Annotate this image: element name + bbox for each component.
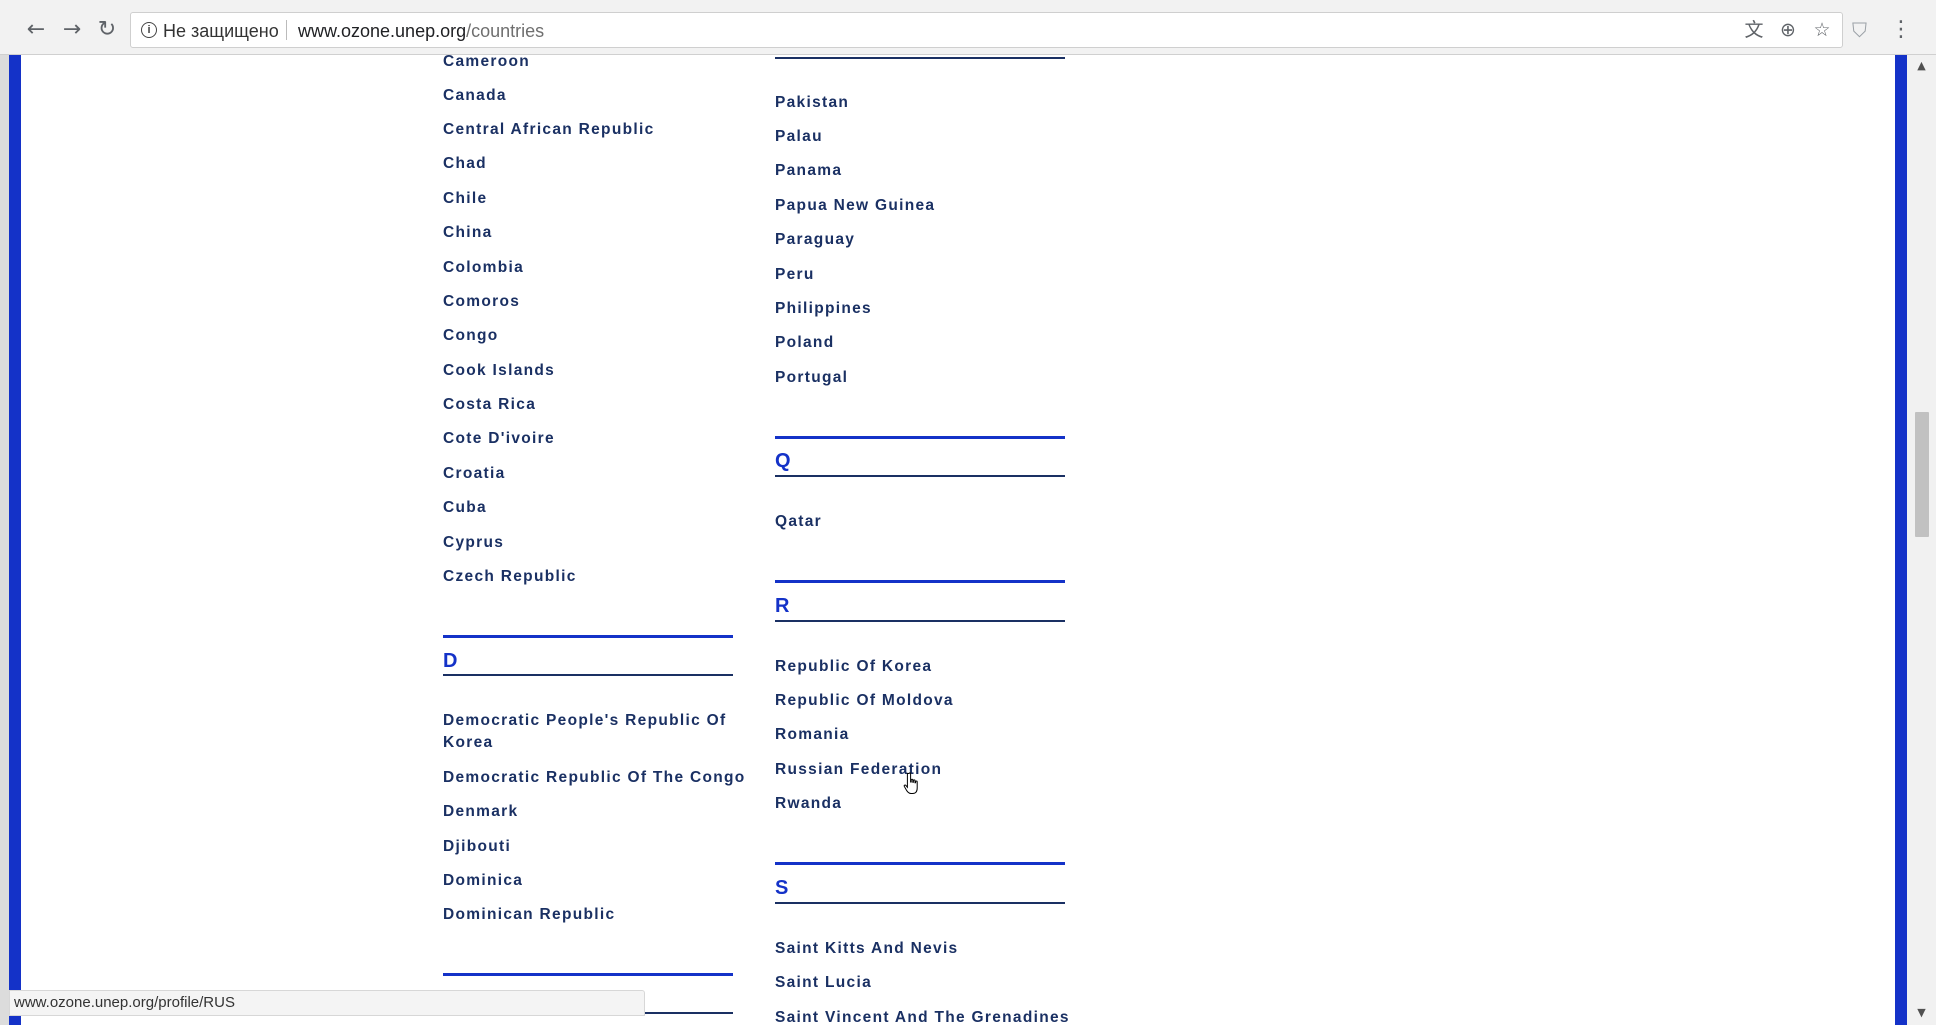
section-underline: [775, 902, 1065, 904]
section-divider: [775, 862, 1065, 865]
country-link[interactable]: Central African Republic: [443, 119, 733, 141]
letter-heading-r: R: [775, 595, 790, 617]
page-frame-right: [1895, 55, 1907, 1025]
country-link[interactable]: Czech Republic: [443, 566, 733, 588]
country-link[interactable]: Chad: [443, 153, 733, 175]
country-link[interactable]: Saint Lucia: [775, 972, 1065, 994]
country-link[interactable]: Philippines: [775, 298, 1065, 320]
scroll-up-icon[interactable]: ▲: [1907, 57, 1936, 75]
address-bar[interactable]: i Не защищено www.ozone.unep.org/countri…: [130, 12, 1843, 48]
letter-heading-d: D: [443, 650, 458, 672]
letter-heading-s: S: [775, 877, 789, 899]
country-link[interactable]: Colombia: [443, 257, 733, 279]
url-host: www.ozone.unep.org: [298, 21, 467, 41]
section-underline: [443, 674, 733, 676]
country-link[interactable]: Democratic Republic Of The Congo: [443, 767, 744, 789]
vertical-scrollbar[interactable]: ▲ ▼: [1907, 55, 1936, 1025]
bookmark-star-icon[interactable]: ☆: [1810, 18, 1834, 42]
country-link[interactable]: Palau: [775, 126, 1065, 148]
country-link[interactable]: Peru: [775, 264, 1065, 286]
section-underline: [775, 475, 1065, 477]
hand-cursor-icon: [903, 772, 918, 794]
country-link[interactable]: Democratic People's Republic Of Korea: [443, 710, 733, 754]
country-link[interactable]: Dominican Republic: [443, 904, 733, 926]
url-text[interactable]: www.ozone.unep.org/countries: [298, 21, 544, 42]
address-divider: [286, 20, 287, 40]
section-underline: [775, 620, 1065, 622]
country-link[interactable]: Pakistan: [775, 92, 1065, 114]
country-link[interactable]: Panama: [775, 160, 1065, 182]
country-link[interactable]: Croatia: [443, 463, 733, 485]
country-link[interactable]: Republic Of Moldova: [775, 690, 1065, 712]
country-link[interactable]: Comoros: [443, 291, 733, 313]
scroll-down-icon[interactable]: ▼: [1907, 1004, 1936, 1022]
country-link[interactable]: Cuba: [443, 497, 733, 519]
section-divider: [775, 436, 1065, 439]
country-link[interactable]: Rwanda: [775, 793, 1065, 815]
country-link[interactable]: Poland: [775, 332, 1065, 354]
country-link[interactable]: Saint Vincent And The Grenadines: [775, 1007, 1069, 1029]
section-divider: [775, 580, 1065, 583]
url-path: /countries: [466, 21, 545, 41]
country-link[interactable]: Cyprus: [443, 532, 733, 554]
scroll-thumb[interactable]: [1915, 412, 1929, 537]
country-link[interactable]: Costa Rica: [443, 394, 733, 416]
country-link[interactable]: Cote D'ivoire: [443, 428, 733, 450]
country-link[interactable]: China: [443, 222, 733, 244]
page-frame-left: [9, 55, 21, 1025]
country-link[interactable]: Cook Islands: [443, 360, 733, 382]
country-link[interactable]: Canada: [443, 85, 733, 107]
section-divider: [443, 635, 733, 638]
extension-shield-icon[interactable]: ⛉: [1852, 18, 1874, 42]
info-icon[interactable]: i: [141, 22, 157, 38]
browser-toolbar: ← → ↻ i Не защищено www.ozone.unep.org/c…: [0, 0, 1936, 55]
country-link[interactable]: Chile: [443, 188, 733, 210]
menu-icon[interactable]: ⋮: [1890, 16, 1912, 44]
back-icon[interactable]: ←: [22, 16, 50, 44]
window-edge: [0, 55, 9, 1025]
country-link[interactable]: Portugal: [775, 367, 1065, 389]
translate-icon[interactable]: 文: [1742, 18, 1766, 42]
country-link[interactable]: Paraguay: [775, 229, 1065, 251]
country-link[interactable]: Denmark: [443, 801, 733, 823]
country-link-hovered[interactable]: Russian Federation: [775, 759, 1065, 781]
country-link[interactable]: Congo: [443, 325, 733, 347]
reload-icon[interactable]: ↻: [93, 16, 121, 44]
country-link[interactable]: Papua New Guinea: [775, 195, 1065, 217]
status-bar-url: www.ozone.unep.org/profile/RUS: [9, 990, 645, 1016]
country-link[interactable]: Romania: [775, 724, 1065, 746]
section-underline: [775, 57, 1065, 59]
country-link[interactable]: Djibouti: [443, 836, 733, 858]
country-link[interactable]: Saint Kitts And Nevis: [775, 938, 1065, 960]
letter-heading-q: Q: [775, 450, 791, 472]
country-link[interactable]: Republic Of Korea: [775, 656, 1065, 678]
zoom-icon[interactable]: ⊕: [1776, 18, 1800, 42]
country-link[interactable]: Dominica: [443, 870, 733, 892]
country-link[interactable]: Qatar: [775, 511, 1065, 533]
security-label[interactable]: Не защищено: [163, 21, 279, 42]
section-divider: [443, 973, 733, 976]
country-link[interactable]: Cameroon: [443, 51, 733, 73]
forward-icon[interactable]: →: [58, 16, 86, 44]
